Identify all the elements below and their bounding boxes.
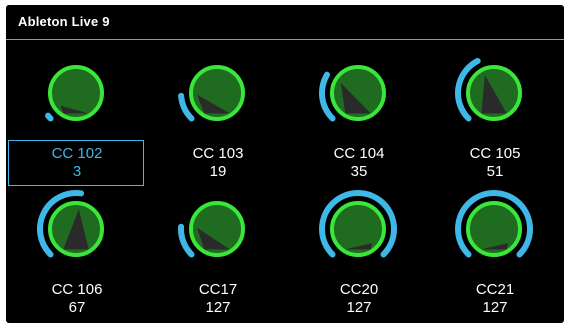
control-label: CC 106 67	[8, 276, 144, 322]
control-cc21[interactable]: CC21 127	[426, 181, 562, 321]
knob-icon[interactable]	[318, 189, 398, 269]
control-value: 19	[209, 163, 227, 180]
control-value: 127	[346, 299, 372, 316]
knob-icon[interactable]	[318, 53, 398, 133]
control-label: CC21 127	[426, 276, 562, 322]
knob-icon[interactable]	[177, 189, 257, 269]
control-cc17[interactable]: CC17 127	[149, 181, 285, 321]
knob-icon[interactable]	[454, 189, 534, 269]
control-name: CC20	[339, 281, 379, 298]
control-cc20[interactable]: CC20 127	[290, 181, 426, 321]
knob-icon[interactable]	[177, 53, 257, 133]
control-label: CC 102 3	[8, 140, 144, 186]
control-label: CC17 127	[149, 276, 285, 322]
value-arc	[45, 112, 54, 122]
control-name: CC 105	[469, 145, 521, 162]
control-value: 3	[72, 163, 82, 180]
control-value: 67	[68, 299, 86, 316]
control-cc-102[interactable]: CC 102 3	[8, 45, 144, 186]
control-cc-105[interactable]: CC 105 51	[426, 45, 562, 185]
control-label: CC20 127	[290, 276, 426, 322]
app-title: Ableton Live 9	[18, 14, 110, 29]
control-cc-104[interactable]: CC 104 35	[290, 45, 426, 185]
control-label: CC 103 19	[149, 140, 285, 186]
control-value: 127	[205, 299, 231, 316]
control-name: CC21	[475, 281, 515, 298]
control-name: CC 106	[51, 281, 103, 298]
knob-icon[interactable]	[454, 53, 534, 133]
control-cc-103[interactable]: CC 103 19	[149, 45, 285, 185]
control-label: CC 104 35	[290, 140, 426, 186]
title-bar: Ableton Live 9	[6, 5, 564, 40]
controller-screen: Ableton Live 9 CC 102 3 CC 103 19 CC 104…	[6, 5, 564, 323]
control-label: CC 105 51	[426, 140, 562, 186]
control-cc-106[interactable]: CC 106 67	[8, 181, 144, 321]
control-name: CC 103	[192, 145, 244, 162]
knob-icon[interactable]	[36, 53, 116, 133]
control-value: 51	[486, 163, 504, 180]
control-name: CC17	[198, 281, 238, 298]
control-value: 35	[350, 163, 368, 180]
knob-icon[interactable]	[36, 189, 116, 269]
control-name: CC 104	[333, 145, 385, 162]
control-value: 127	[482, 299, 508, 316]
control-name: CC 102	[51, 145, 103, 162]
